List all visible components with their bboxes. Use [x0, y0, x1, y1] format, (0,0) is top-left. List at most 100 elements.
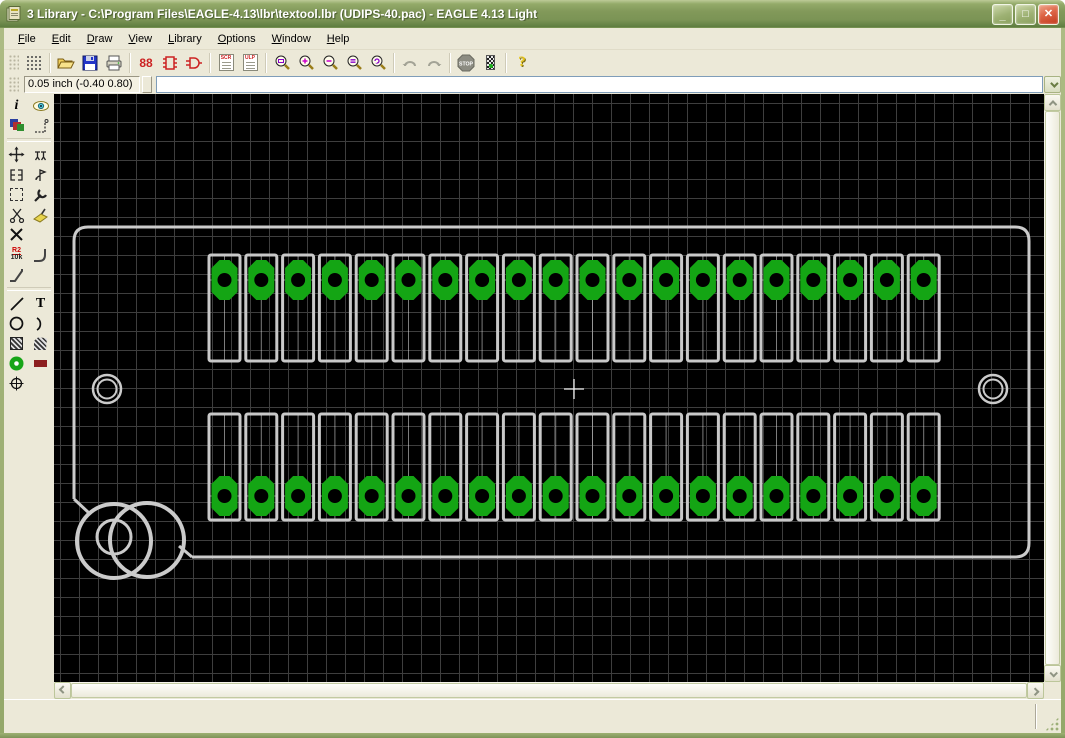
close-button[interactable]: ✕ [1038, 3, 1059, 25]
mark-tool[interactable] [30, 116, 51, 135]
drill-hole [585, 489, 600, 503]
chevron-right-icon [1030, 686, 1040, 696]
drill-hole [291, 273, 306, 287]
scroll-right-button[interactable] [1027, 682, 1044, 699]
arc-tool[interactable] [30, 314, 51, 333]
drill-hole [438, 489, 453, 503]
horizontal-scroll-thumb[interactable] [71, 683, 1027, 698]
copy-tool[interactable] [30, 145, 51, 164]
go-traffic-light-icon [485, 55, 495, 70]
menu-library[interactable]: Library [160, 30, 210, 48]
split-wire-icon [34, 248, 46, 262]
scroll-left-button[interactable] [54, 682, 71, 699]
drill-hole [843, 489, 858, 503]
zoom-out-button[interactable] [318, 52, 342, 74]
menu-window[interactable]: Window [264, 30, 319, 48]
palette-separator [7, 287, 51, 291]
info-tool[interactable]: i [6, 96, 27, 115]
menu-help[interactable]: Help [319, 30, 358, 48]
show-tool[interactable] [30, 96, 51, 115]
undo-icon [402, 60, 416, 66]
edit-package-button[interactable] [158, 52, 182, 74]
rotate-tool[interactable] [30, 165, 51, 184]
vertical-scroll-thumb[interactable] [1045, 111, 1060, 665]
name-tool[interactable]: R2 10k [6, 245, 27, 264]
scroll-up-button[interactable] [1044, 94, 1061, 111]
zoom-in-button[interactable] [294, 52, 318, 74]
change-tool[interactable] [30, 185, 51, 204]
drill-hole [364, 273, 379, 287]
delete-tool[interactable] [6, 225, 27, 244]
menu-edit[interactable]: Edit [44, 30, 79, 48]
group-tool[interactable] [6, 185, 27, 204]
zoom-fit-button[interactable] [270, 52, 294, 74]
drill-hole [327, 273, 342, 287]
move-tool[interactable] [6, 145, 27, 164]
mirror-tool[interactable] [6, 165, 27, 184]
zoom-select-icon [347, 55, 362, 70]
drill-hole [879, 273, 894, 287]
polygon-tool[interactable] [30, 334, 51, 353]
horizontal-scrollbar[interactable] [54, 682, 1044, 699]
zoom-select-button[interactable] [342, 52, 366, 74]
hole-tool[interactable] [6, 374, 27, 393]
smd-tool[interactable] [30, 354, 51, 373]
pad-tool[interactable] [6, 354, 27, 373]
maximize-button[interactable]: □ [1015, 3, 1036, 25]
window-title: 3 Library - C:\Program Files\EAGLE-4.13\… [27, 7, 538, 21]
toolbar-separator [129, 52, 131, 73]
circle-tool[interactable] [6, 314, 27, 333]
print-button[interactable] [102, 52, 126, 74]
toolbar-separator [265, 52, 267, 73]
command-input[interactable] [156, 76, 1043, 93]
menu-bar: File Edit Draw View Library Options Window Help [4, 28, 1061, 50]
cut-tool[interactable] [6, 205, 27, 224]
resize-grip[interactable] [1045, 717, 1059, 731]
paste-tool[interactable] [30, 205, 51, 224]
command-history-dropdown[interactable] [1044, 76, 1061, 93]
grid-button[interactable] [22, 52, 46, 74]
hole-icon [9, 376, 24, 391]
split-tool[interactable] [30, 245, 51, 264]
edit-device-button[interactable]: 88 [134, 52, 158, 74]
vertical-scrollbar[interactable] [1044, 94, 1061, 682]
rect-tool[interactable] [6, 334, 27, 353]
edit-symbol-button[interactable] [182, 52, 206, 74]
display-tool[interactable] [6, 116, 27, 135]
scroll-down-button[interactable] [1044, 665, 1061, 682]
menu-file[interactable]: File [10, 30, 44, 48]
text-tool[interactable]: T [30, 294, 51, 313]
package-icon [163, 55, 177, 70]
menu-options[interactable]: Options [210, 30, 264, 48]
save-button[interactable] [78, 52, 102, 74]
minimize-button[interactable]: _ [992, 3, 1013, 25]
help-button[interactable]: ? [510, 52, 534, 74]
drill-hole [622, 273, 637, 287]
go-button[interactable] [478, 52, 502, 74]
optimize-tool[interactable] [6, 265, 27, 284]
display-layers-icon [9, 119, 24, 131]
run-script-button[interactable]: SCR [214, 52, 238, 74]
scissors-icon [9, 208, 24, 223]
wire-tool[interactable] [6, 294, 27, 313]
pad-icon [9, 356, 24, 371]
copy-icon [34, 150, 47, 160]
undo-button[interactable] [398, 52, 422, 74]
redo-button[interactable] [422, 52, 446, 74]
text-icon: T [35, 295, 46, 311]
menu-draw[interactable]: Draw [79, 30, 121, 48]
editor-canvas[interactable] [54, 94, 1044, 682]
package-drawing[interactable] [54, 94, 1044, 682]
run-ulp-button[interactable]: ULP [238, 52, 262, 74]
menu-view[interactable]: View [120, 30, 160, 48]
zoom-redraw-button[interactable] [366, 52, 390, 74]
drill-hole [806, 273, 821, 287]
polygon-icon [34, 337, 47, 350]
open-button[interactable] [54, 52, 78, 74]
command-bar-grip[interactable] [9, 76, 19, 93]
help-icon: ? [518, 54, 526, 70]
title-bar[interactable]: 3 Library - C:\Program Files\EAGLE-4.13\… [0, 0, 1065, 28]
drill-hole [475, 489, 490, 503]
toolbar-grip[interactable] [9, 54, 19, 71]
stop-button[interactable]: STOP [454, 52, 478, 74]
